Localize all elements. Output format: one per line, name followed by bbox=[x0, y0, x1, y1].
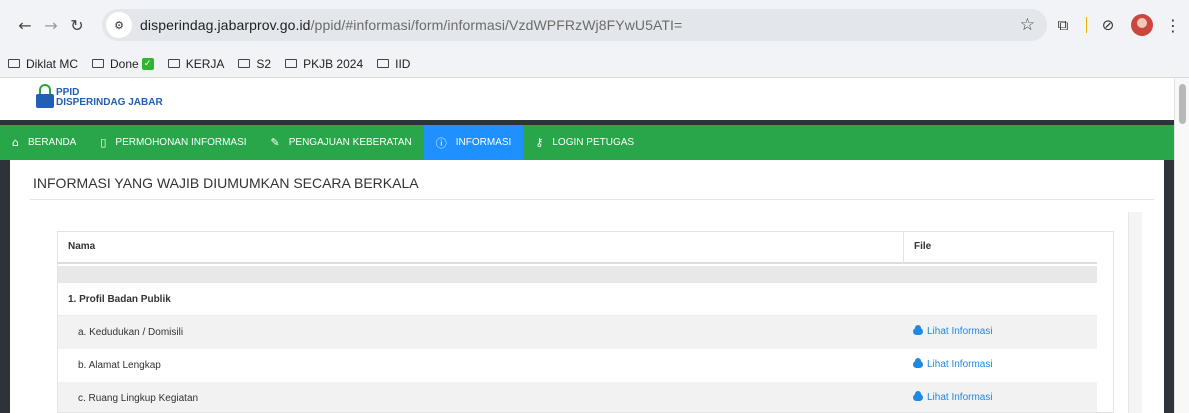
bookmark-folder-kerja[interactable]: KERJA bbox=[167, 56, 225, 71]
main-content: INFORMASI YANG WAJIB DIUMUMKAN SECARA BE… bbox=[10, 160, 1164, 413]
bookmark-folder-pkjb-2024[interactable]: PKJB 2024 bbox=[285, 57, 363, 71]
site-logo[interactable]: PPID DISPERINDAG JABAR bbox=[36, 84, 163, 108]
toolbar-right: ⧉ ⊘ ⋮ bbox=[1050, 12, 1189, 38]
bookmark-label: S2 bbox=[256, 56, 272, 71]
site-header: PPID DISPERINDAG JABAR bbox=[0, 78, 1174, 120]
content-frame-right bbox=[1164, 160, 1174, 413]
bookmark-label: Done bbox=[110, 56, 139, 71]
url-domain: disperindag.jabarprov.go.id bbox=[140, 17, 311, 33]
nav-label: INFORMASI bbox=[455, 137, 512, 148]
url-text[interactable]: disperindag.jabarprov.go.id/ppid/#inform… bbox=[140, 17, 682, 33]
info-icon: ⓘ bbox=[435, 136, 447, 150]
table-scrollbar[interactable] bbox=[1128, 212, 1142, 413]
back-arrow-icon[interactable]: ← bbox=[12, 12, 38, 38]
link-label: Lihat Informasi bbox=[927, 326, 993, 337]
logo-line-2: DISPERINDAG JABAR bbox=[56, 97, 163, 108]
extensions-icon[interactable]: ⧉ bbox=[1050, 12, 1076, 38]
title-divider bbox=[30, 199, 1154, 200]
nav-item-pengajuan-keberatan[interactable]: ✎ PENGAJUAN KEBERATAN bbox=[259, 125, 424, 160]
bookmark-folder-diklat-mc[interactable]: Diklat MC bbox=[8, 57, 78, 71]
row-nama: b. Alamat Lengkap bbox=[78, 360, 161, 371]
folder-icon bbox=[238, 59, 251, 68]
column-divider bbox=[903, 232, 904, 264]
menu-dots-icon[interactable]: ⋮ bbox=[1165, 16, 1181, 35]
url-path: /ppid/#informasi/form/informasi/VzdWPFRz… bbox=[310, 17, 683, 33]
bookmark-label: Diklat MC bbox=[26, 56, 79, 71]
nav-label: PENGAJUAN KEBERATAN bbox=[288, 137, 412, 148]
nav-item-beranda[interactable]: ⌂ BERANDA bbox=[0, 125, 88, 160]
folder-icon bbox=[377, 59, 390, 68]
nav-item-login-petugas[interactable]: ⚷ LOGIN PETUGAS bbox=[523, 125, 646, 160]
content-frame-left bbox=[0, 160, 10, 413]
table-row-empty bbox=[58, 266, 1097, 283]
forward-arrow-icon[interactable]: → bbox=[38, 12, 64, 38]
key-icon: ⚷ bbox=[535, 136, 544, 149]
bookmark-label: PKJB 2024 bbox=[303, 56, 364, 71]
table-section-row: 1. Profil Badan Publik bbox=[58, 283, 1097, 316]
edit-icon: ✎ bbox=[270, 136, 280, 149]
logo-text: PPID DISPERINDAG JABAR bbox=[56, 88, 163, 108]
bookmark-folder-s2[interactable]: S2 bbox=[238, 57, 271, 71]
cloud-download-icon bbox=[913, 358, 923, 368]
section-title: 1. Profil Badan Publik bbox=[68, 294, 171, 305]
page-scrollbar-thumb[interactable] bbox=[1179, 84, 1186, 124]
nav-label: PERMOHONAN INFORMASI bbox=[115, 137, 247, 148]
profile-avatar[interactable] bbox=[1131, 14, 1153, 36]
folder-icon bbox=[92, 59, 105, 68]
lihat-informasi-link[interactable]: Lihat Informasi bbox=[913, 391, 993, 403]
bookmarks-bar: Diklat MC Done ✓ KERJA S2 PKJB 2024 IID bbox=[0, 50, 1189, 78]
cloud-download-icon bbox=[913, 325, 923, 335]
folder-icon bbox=[285, 59, 298, 68]
document-icon: ▯ bbox=[100, 136, 107, 149]
link-label: Lihat Informasi bbox=[927, 359, 993, 370]
link-label: Lihat Informasi bbox=[927, 392, 993, 403]
column-header-nama[interactable]: Nama bbox=[68, 241, 95, 252]
checkmark-badge-icon: ✓ bbox=[141, 57, 154, 70]
column-header-file[interactable]: File bbox=[914, 241, 931, 252]
nav-item-informasi[interactable]: ⓘ INFORMASI bbox=[423, 125, 524, 160]
padlock-logo-icon bbox=[36, 84, 54, 108]
row-nama: c. Ruang Lingkup Kegiatan bbox=[78, 393, 199, 404]
toolbar-divider bbox=[1086, 17, 1087, 33]
folder-icon bbox=[167, 59, 180, 68]
nav-label: BERANDA bbox=[27, 137, 77, 148]
home-icon: ⌂ bbox=[12, 136, 19, 149]
table-row: c. Ruang Lingkup Kegiatan Lihat Informas… bbox=[58, 382, 1097, 412]
folder-icon bbox=[8, 59, 20, 68]
table-header: Nama File bbox=[58, 232, 1097, 264]
bookmark-star-icon[interactable]: ☆ bbox=[1020, 15, 1035, 35]
address-bar[interactable]: ⚙ disperindag.jabarprov.go.id/ppid/#info… bbox=[102, 9, 1047, 41]
cloud-download-icon bbox=[913, 391, 923, 401]
bookmark-label: KERJA bbox=[185, 56, 225, 71]
page-scrollbar[interactable] bbox=[1174, 78, 1189, 413]
bookmark-folder-iid[interactable]: IID bbox=[377, 57, 410, 71]
page-title: INFORMASI YANG WAJIB DIUMUMKAN SECARA BE… bbox=[33, 175, 419, 191]
site-settings-icon[interactable]: ⚙ bbox=[106, 12, 132, 38]
lihat-informasi-link[interactable]: Lihat Informasi bbox=[913, 325, 993, 337]
table-row: b. Alamat Lengkap Lihat Informasi bbox=[58, 349, 1097, 382]
informasi-table: Nama File 1. Profil Badan Publik a. Kedu… bbox=[57, 231, 1114, 413]
bookmark-label: IID bbox=[395, 56, 411, 71]
lihat-informasi-link[interactable]: Lihat Informasi bbox=[913, 358, 993, 370]
table-row: a. Kedudukan / Domisili Lihat Informasi bbox=[58, 316, 1097, 349]
reload-icon[interactable]: ↻ bbox=[64, 12, 90, 38]
browser-toolbar: ← → ↻ ⚙ disperindag.jabarprov.go.id/ppid… bbox=[0, 0, 1189, 50]
nav-item-permohonan-informasi[interactable]: ▯ PERMOHONAN INFORMASI bbox=[88, 125, 258, 160]
extension-icon[interactable]: ⊘ bbox=[1095, 12, 1121, 38]
main-navbar: ⌂ BERANDA ▯ PERMOHONAN INFORMASI ✎ PENGA… bbox=[0, 125, 1174, 160]
website-viewport: PPID DISPERINDAG JABAR ⌂ BERANDA ▯ PERMO… bbox=[0, 78, 1189, 413]
bookmark-folder-done[interactable]: Done ✓ bbox=[92, 57, 154, 71]
nav-label: LOGIN PETUGAS bbox=[552, 137, 635, 148]
row-nama: a. Kedudukan / Domisili bbox=[78, 327, 184, 338]
